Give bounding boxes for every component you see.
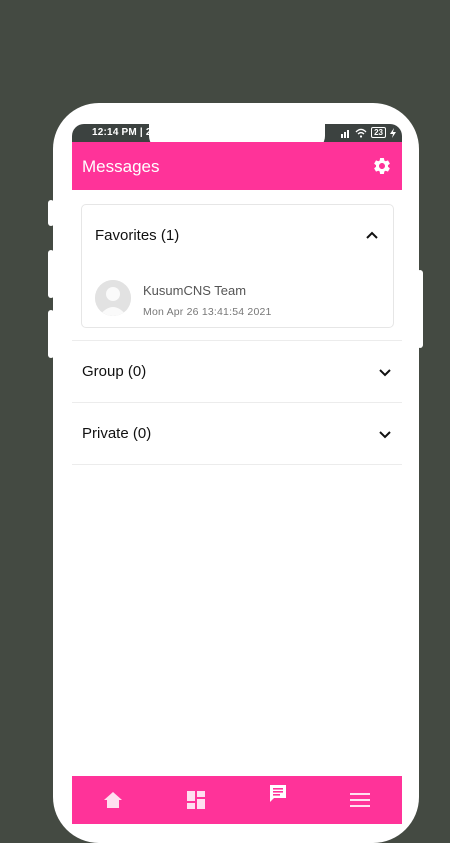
favorites-panel: Favorites (1) KusumCNS Team Mon Apr 26 1… <box>81 204 394 328</box>
page-title: Messages <box>82 157 160 176</box>
app-bar: Messages <box>72 142 402 190</box>
menu-icon[interactable] <box>350 792 370 808</box>
battery-level: 23 <box>374 128 383 137</box>
dashboard-icon[interactable] <box>186 790 206 810</box>
home-icon[interactable] <box>102 790 124 810</box>
chevron-down-icon[interactable] <box>378 427 392 441</box>
status-time: 12:14 PM | 2 <box>92 127 152 138</box>
phone-screen: 12:14 PM | 2 23 Messages Favorites (1) K… <box>72 124 402 824</box>
status-icons: 23 <box>341 127 396 138</box>
section-group[interactable]: Group (0) <box>72 340 402 402</box>
message-sender: KusumCNS Team <box>143 283 247 298</box>
chevron-down-icon[interactable] <box>378 365 392 379</box>
signal-icon <box>341 129 350 138</box>
wifi-icon <box>355 128 367 138</box>
section-group-label: Group (0) <box>82 363 147 380</box>
battery-icon: 23 <box>371 127 386 138</box>
section-private-label: Private (0) <box>82 425 152 442</box>
gear-icon[interactable] <box>372 156 392 176</box>
avatar <box>95 280 131 316</box>
messages-icon[interactable] <box>268 784 288 804</box>
section-private[interactable]: Private (0) <box>72 402 402 465</box>
message-timestamp: Mon Apr 26 13:41:54 2021 <box>143 306 272 318</box>
user-placeholder-icon <box>95 280 131 316</box>
favorites-header[interactable]: Favorites (1) <box>95 227 179 244</box>
chevron-up-icon[interactable] <box>365 229 379 243</box>
bottom-navigation <box>72 776 402 824</box>
charging-icon <box>390 127 396 138</box>
